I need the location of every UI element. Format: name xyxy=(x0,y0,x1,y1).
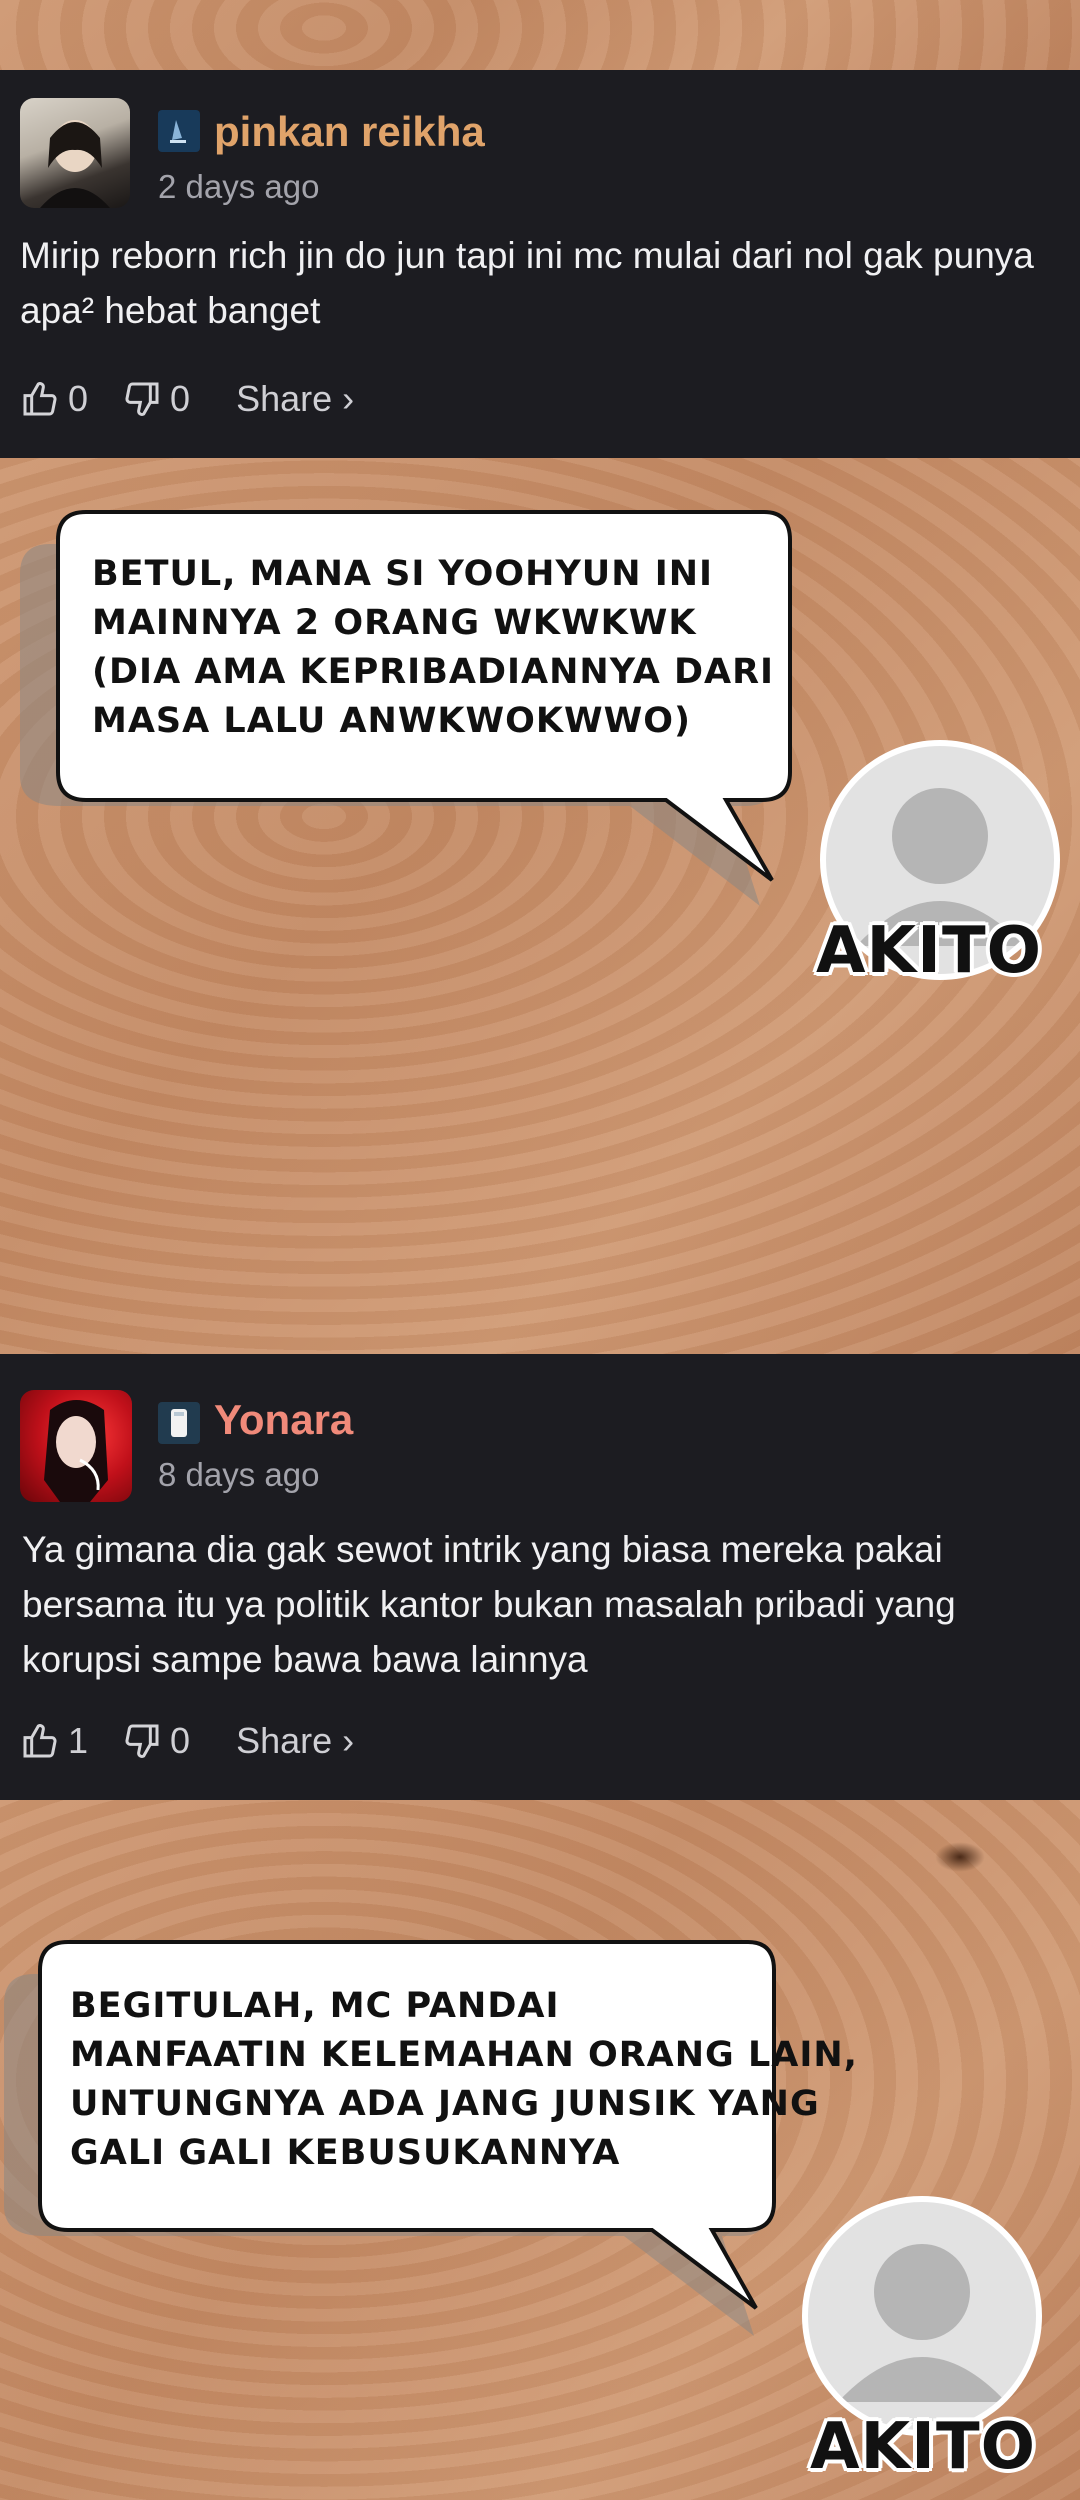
like-count: 0 xyxy=(68,378,89,419)
reply-text: BETUL, MANA SI YOOHYUN INI MAINNYA 2 ORA… xyxy=(92,550,774,746)
comment-card: Yonara 8 days ago Ya gimana dia gak sewo… xyxy=(0,1354,1080,1800)
like-button[interactable]: 1 xyxy=(20,1720,88,1762)
author-label: AKITO xyxy=(816,914,1042,988)
reply-text-line: (DIA AMA KEPRIBADIANNYA DARI xyxy=(92,652,775,692)
sand-background-top xyxy=(0,0,1080,70)
avatar[interactable] xyxy=(20,1390,132,1502)
comment-username[interactable]: pinkan reikha xyxy=(214,108,485,156)
reply-text-line: MASA LALU ANWKWOKWWO) xyxy=(92,701,691,741)
comment-actions: 0 0 Share › xyxy=(20,378,354,420)
share-button[interactable]: Share › xyxy=(236,378,354,420)
sand-speck xyxy=(935,1842,985,1872)
thumbs-up-icon xyxy=(23,382,57,416)
reply-text-line: GALI GALI KEBUSUKANNYA xyxy=(70,2133,621,2173)
dislike-button[interactable]: 0 xyxy=(122,378,190,420)
reply-text-line: BEGITULAH, MC PANDAI xyxy=(70,1986,560,2026)
comment-time: 2 days ago xyxy=(158,168,320,205)
badge-icon xyxy=(158,110,200,152)
comment-username[interactable]: Yonara xyxy=(214,1396,353,1444)
thumbs-down-icon xyxy=(125,1724,159,1758)
author-avatar xyxy=(802,2196,1042,2436)
reply-text-line: MAINNYA 2 ORANG WKWKWK xyxy=(92,603,697,643)
reply-text-line: UNTUNGNYA ADA JANG JUNSIK YANG xyxy=(70,2084,820,2124)
thumbs-down-icon xyxy=(125,382,159,416)
reply-text: BEGITULAH, MC PANDAI MANFAATIN KELEMAHAN… xyxy=(70,1982,858,2178)
dislike-count: 0 xyxy=(170,1720,191,1761)
comment-text: Ya gimana dia gak sewot intrik yang bias… xyxy=(22,1529,956,1680)
comment-actions: 1 0 Share › xyxy=(20,1720,354,1762)
thumbs-up-icon xyxy=(23,1724,57,1758)
dislike-button[interactable]: 0 xyxy=(122,1720,190,1762)
avatar[interactable] xyxy=(20,98,130,208)
reply-text-line: MANFAATIN KELEMAHAN ORANG LAIN, xyxy=(70,2035,858,2075)
reply-text-line: BETUL, MANA SI YOOHYUN INI xyxy=(92,554,714,594)
share-button[interactable]: Share › xyxy=(236,1720,354,1762)
badge-icon xyxy=(158,1402,200,1444)
comment-text: Mirip reborn rich jin do jun tapi ini mc… xyxy=(20,235,1034,331)
default-user-icon xyxy=(838,2244,1006,2402)
comment-card: pinkan reikha 2 days ago Mirip reborn ri… xyxy=(0,70,1080,458)
comment-time: 8 days ago xyxy=(158,1456,320,1493)
like-button[interactable]: 0 xyxy=(20,378,88,420)
dislike-count: 0 xyxy=(170,378,191,419)
author-label: AKITO xyxy=(810,2410,1036,2484)
like-count: 1 xyxy=(68,1720,89,1761)
